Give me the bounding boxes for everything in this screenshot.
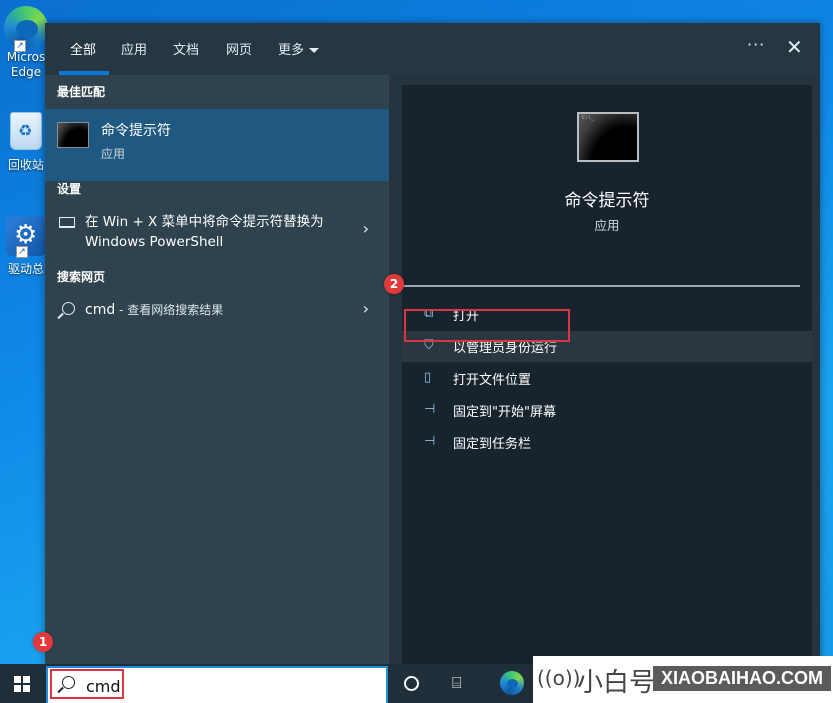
tab-more[interactable]: 更多 [278, 39, 320, 58]
open-icon: ⧉ [424, 306, 434, 321]
pin-icon: ⊣ [424, 402, 436, 417]
search-input[interactable] [86, 674, 366, 698]
result-web-search[interactable]: cmd - 查看网络搜索结果 › [45, 297, 389, 325]
section-header-settings: 设置 [57, 182, 82, 196]
start-button[interactable] [0, 664, 44, 703]
divider [402, 285, 800, 287]
chevron-right-icon: › [362, 219, 369, 238]
windows-logo-icon [14, 676, 30, 692]
step-badge-1: 1 [33, 632, 53, 652]
result-subtitle: 应用 [101, 147, 126, 161]
action-label: 打开文件位置 [453, 373, 532, 388]
command-prompt-large-icon [577, 112, 639, 162]
start-search-panel: 全部 应用 文档 网页 更多 ··· ✕ 最佳匹配 命令提示符 应用 设置 在 … [45, 23, 820, 664]
results-list: 最佳匹配 命令提示符 应用 设置 在 Win + X 菜单中将命令提示符替换为 … [45, 75, 389, 664]
shield-admin-icon: ⛉ [424, 338, 434, 353]
preview-subtitle: 应用 [594, 218, 620, 233]
tab-documents[interactable]: 文档 [173, 39, 199, 58]
preview-pane: 命令提示符 应用 ⧉ 打开 ⛉ 以管理员身份运行 ▯ 打开文件位置 ⊣ 固定到"… [402, 85, 812, 664]
tab-apps[interactable]: 应用 [121, 39, 147, 58]
caret-down-icon [309, 48, 320, 53]
taskbar-search-box[interactable] [46, 666, 388, 703]
result-setting-powershell[interactable]: 在 Win + X 菜单中将命令提示符替换为 Windows PowerShel… [45, 209, 389, 261]
driver-tool-icon: ↗ [6, 216, 46, 258]
brand-name: 小白号 [577, 668, 656, 698]
edge-taskbar-icon[interactable] [500, 671, 524, 695]
web-query: cmd [85, 302, 116, 318]
recycle-bin-icon [10, 112, 42, 150]
chevron-right-icon: › [362, 299, 369, 318]
broadcast-icon: ((o)) [537, 666, 581, 690]
search-icon [62, 676, 75, 689]
preview-title: 命令提示符 [564, 191, 650, 211]
result-command-prompt[interactable]: 命令提示符 应用 [45, 109, 389, 181]
tab-all[interactable]: 全部 [70, 39, 96, 58]
action-label: 固定到任务栏 [453, 437, 532, 452]
web-search-text: cmd - 查看网络搜索结果 [85, 301, 223, 318]
action-label: 固定到"开始"屏幕 [453, 405, 556, 420]
action-open-file-location[interactable]: ▯ 打开文件位置 [402, 363, 812, 394]
brand-url: XIAOBAIHAO.COM [653, 666, 831, 691]
section-header-web: 搜索网页 [57, 270, 106, 284]
section-header-best-match: 最佳匹配 [57, 85, 106, 99]
shortcut-arrow-icon: ↗ [16, 246, 28, 258]
tab-web[interactable]: 网页 [226, 39, 252, 58]
command-prompt-icon [57, 122, 89, 148]
setting-text: 在 Win + X 菜单中将命令提示符替换为 Windows PowerShel… [85, 214, 324, 250]
task-view-icon[interactable]: ⌸ [452, 673, 462, 693]
action-pin-to-taskbar[interactable]: ⊣ 固定到任务栏 [402, 427, 812, 458]
action-run-as-admin[interactable]: ⛉ 以管理员身份运行 [402, 331, 812, 362]
brand-watermark: ((o)) 小白号 XIAOBAIHAO.COM [533, 656, 833, 703]
action-label: 打开 [453, 309, 480, 324]
action-pin-to-start[interactable]: ⊣ 固定到"开始"屏幕 [402, 395, 812, 426]
close-button[interactable]: ✕ [786, 35, 803, 59]
tab-more-label: 更多 [278, 43, 305, 58]
web-suffix: - 查看网络搜索结果 [115, 303, 224, 317]
action-label: 以管理员身份运行 [453, 341, 558, 356]
step-badge-2: 2 [384, 274, 404, 294]
pin-icon: ⊣ [424, 434, 436, 449]
edge-icon: ↗ [4, 6, 48, 52]
action-open[interactable]: ⧉ 打开 [402, 299, 812, 330]
folder-location-icon: ▯ [424, 370, 432, 385]
search-icon [62, 302, 75, 315]
filter-tab-bar: 全部 应用 文档 网页 更多 ··· ✕ [45, 23, 820, 75]
more-options-button[interactable]: ··· [747, 35, 765, 54]
shortcut-arrow-icon: ↗ [14, 40, 26, 52]
taskbar-setting-icon [59, 217, 75, 228]
result-title: 命令提示符 [101, 123, 171, 139]
cortana-icon[interactable] [404, 676, 419, 691]
